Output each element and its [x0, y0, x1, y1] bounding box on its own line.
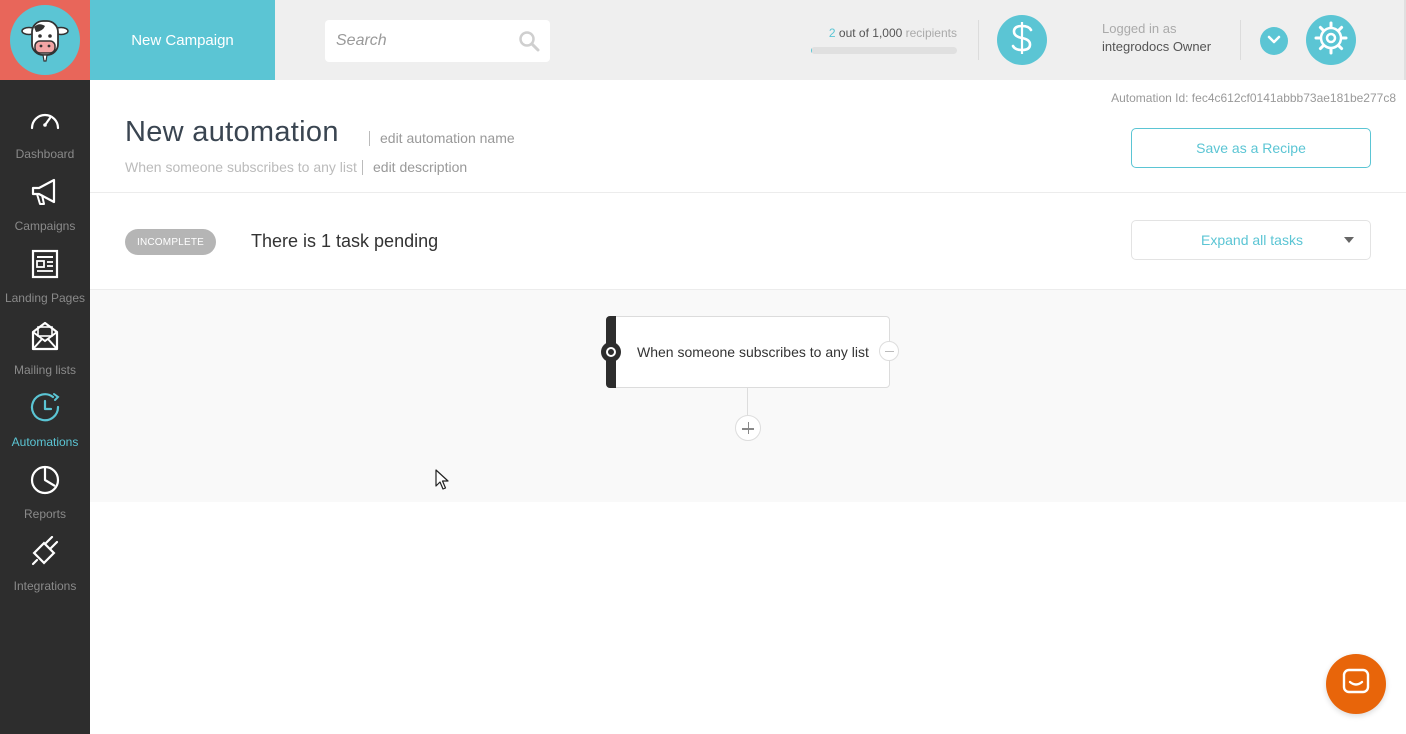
chevron-down-icon [1267, 32, 1281, 50]
landing-page-icon [31, 249, 59, 279]
save-as-recipe-button[interactable]: Save as a Recipe [1131, 128, 1371, 168]
caret-down-icon [1344, 237, 1354, 243]
edit-description-link[interactable]: edit description [373, 159, 467, 175]
account-menu-button[interactable] [1260, 27, 1288, 55]
sidebar-item-label: Campaigns [14, 219, 76, 233]
new-campaign-button[interactable]: New Campaign [90, 0, 275, 80]
plug-icon [31, 536, 59, 566]
logged-in-label: Logged in as [1102, 21, 1177, 36]
page-title: New automation [125, 116, 339, 148]
pending-tasks-text: There is 1 task pending [251, 231, 439, 251]
sidebar-item-integrations[interactable]: Integrations [0, 534, 90, 606]
user-info: Logged in as integrodocs Owner [1102, 21, 1211, 54]
add-step-button[interactable] [735, 415, 761, 441]
recipients-suffix: recipients [902, 26, 957, 40]
workflow-connector [747, 388, 748, 415]
sidebar-item-label: Mailing lists [13, 363, 76, 377]
chat-icon [1341, 667, 1371, 702]
speedometer-icon [30, 113, 60, 130]
gear-icon [1314, 21, 1348, 60]
trigger-text: When someone subscribes to any list [637, 344, 869, 360]
settings-button[interactable] [1306, 15, 1356, 65]
pie-chart-icon [30, 465, 60, 495]
dollar-icon [1007, 20, 1037, 61]
sidebar-item-dashboard[interactable]: Dashboard [0, 102, 90, 174]
recipients-middle: out of [835, 26, 873, 40]
megaphone-icon [31, 178, 56, 205]
sidebar-item-reports[interactable]: Reports [0, 462, 90, 534]
expand-all-tasks-label: Expand all tasks [1201, 232, 1303, 248]
sidebar-item-label: Landing Pages [4, 291, 86, 305]
sidebar: Dashboard Campaigns Landing Pages Mailin… [0, 80, 90, 734]
sidebar-item-label: Automations [11, 435, 79, 449]
section-divider [90, 192, 1406, 193]
header-divider [1240, 20, 1241, 60]
expand-all-tasks-dropdown[interactable]: Expand all tasks [1131, 220, 1371, 260]
recipients-counter: 2 out of 1,000 recipients [811, 26, 957, 40]
sidebar-item-label: Dashboard [15, 147, 75, 161]
sidebar-item-label: Integrations [13, 579, 77, 593]
user-name: integrodocs Owner [1102, 39, 1212, 54]
sidebar-item-automations[interactable]: Automations [0, 390, 90, 462]
recipients-total: 1,000 [872, 26, 903, 40]
recipients-progress-bar [811, 47, 957, 54]
top-header: New Campaign 2 out of 1,000 recipients L… [0, 0, 1406, 80]
mouse-cursor-icon [435, 469, 449, 490]
status-badge: INCOMPLETE [125, 229, 216, 255]
recipients-count: 2 [828, 26, 836, 40]
trigger-start-node-icon [601, 342, 621, 362]
search-icon[interactable] [518, 30, 540, 52]
search-box [325, 20, 550, 62]
title-separator [369, 131, 370, 146]
trigger-card[interactable]: When someone subscribes to any list [606, 316, 890, 388]
sidebar-item-mailing-lists[interactable]: Mailing lists [0, 318, 90, 390]
header-divider [978, 20, 979, 60]
edit-automation-name-link[interactable]: edit automation name [380, 130, 515, 146]
automation-description: When someone subscribes to any list [125, 159, 357, 175]
sidebar-item-landing-pages[interactable]: Landing Pages [0, 246, 90, 318]
cow-logo-icon [10, 5, 80, 75]
clock-icon [30, 393, 60, 422]
billing-button[interactable] [997, 15, 1047, 65]
automation-id: Automation Id: fec4c612cf0141abbb73ae181… [1111, 91, 1396, 105]
logo[interactable] [0, 0, 90, 80]
remove-trigger-icon[interactable] [879, 341, 899, 361]
sidebar-item-campaigns[interactable]: Campaigns [0, 174, 90, 246]
sidebar-item-label: Reports [23, 507, 67, 521]
search-input[interactable] [325, 20, 515, 62]
description-separator [362, 160, 363, 175]
chat-widget-button[interactable] [1326, 654, 1386, 714]
envelope-icon [31, 321, 59, 351]
